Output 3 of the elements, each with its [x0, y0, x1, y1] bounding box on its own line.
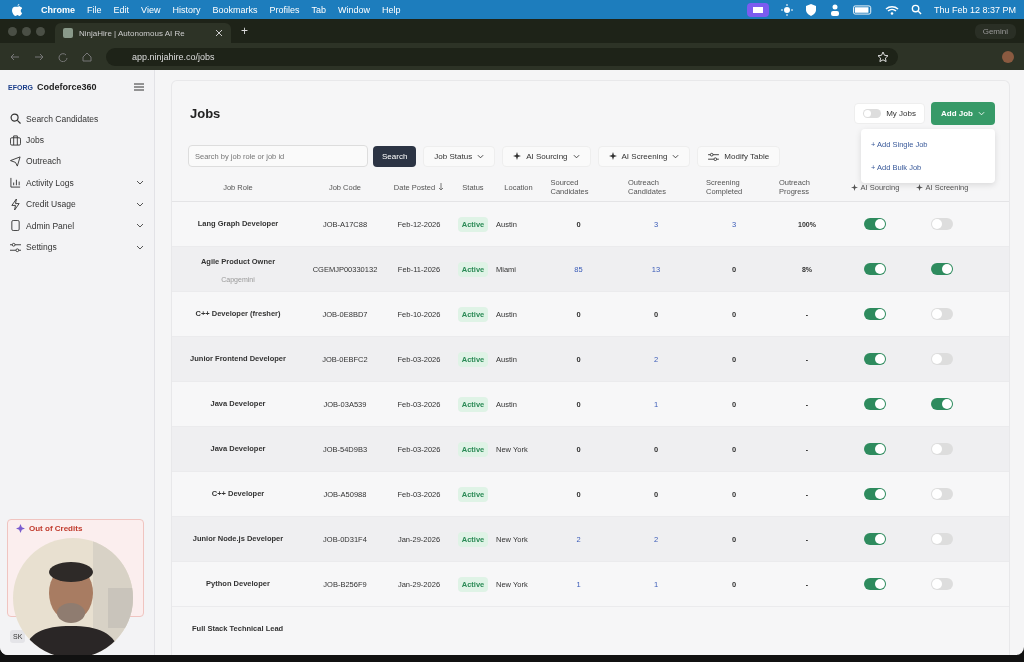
- page-title: Jobs: [190, 105, 221, 121]
- credits-title: Out of Credits: [29, 524, 83, 533]
- brand-name: Codeforce360: [36, 82, 98, 92]
